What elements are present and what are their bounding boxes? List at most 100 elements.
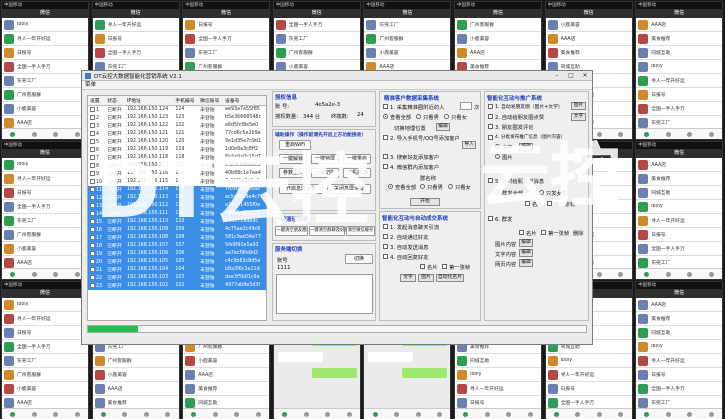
gender-all-radio[interactable]	[383, 114, 388, 119]
tab-icon[interactable]	[74, 271, 80, 277]
chat-list-item[interactable]: 日报号	[2, 186, 88, 200]
chat-list-item[interactable]: 美食推荐	[183, 382, 270, 396]
tab-icon[interactable]	[596, 411, 602, 417]
tab-icon[interactable]	[708, 411, 714, 417]
chat-list-item[interactable]: 日报号	[636, 368, 723, 382]
table-row[interactable]: 3 已断开 192.168.150.122 122 未登陆 a6d5fcf8e5e0	[88, 122, 266, 130]
row-checkbox[interactable]	[90, 258, 95, 264]
chat-list-item[interactable]: 广州客服群	[2, 228, 88, 242]
mk-item-1-checkbox[interactable]	[488, 104, 493, 109]
tab-icon[interactable]	[53, 411, 59, 417]
server-switch-button[interactable]: 切换	[345, 254, 373, 264]
chat-list-item[interactable]: 日报号	[183, 18, 270, 32]
switch-all-button[interactable]: 一键切换	[311, 168, 339, 178]
row-checkbox[interactable]	[90, 234, 95, 240]
chat-list-item[interactable]: 小鹿美容	[364, 46, 451, 60]
chat-list-item[interactable]: 小鹿美容	[455, 32, 541, 46]
table-row[interactable]: 13 已断开 192.168.150.112 112 未登陆 a14231455f0e	[88, 201, 266, 210]
collect-item-2-checkbox[interactable]	[383, 135, 388, 140]
tab-icon[interactable]	[644, 271, 650, 277]
tab-icon[interactable]	[74, 411, 80, 417]
tab-icon[interactable]	[665, 131, 671, 137]
tab-icon[interactable]	[143, 411, 149, 417]
boot-start-button[interactable]: 开机启动	[343, 168, 371, 178]
tab-icon[interactable]	[596, 271, 602, 277]
tab-icon[interactable]	[53, 271, 59, 277]
chat-list-item[interactable]: 广州客服群	[364, 32, 451, 46]
auto-item-4-checkbox[interactable]	[383, 254, 388, 259]
table-row[interactable]: 15 已断开 192.168.150.110 110 未登陆 2000716de9c	[88, 217, 266, 226]
chat-list-item[interactable]: 日报号	[92, 32, 179, 46]
table-row[interactable]: 10 已断开 192.168.150.115 115 未登陆 7c16f1e3d2c8	[88, 178, 266, 186]
row-checkbox[interactable]	[90, 178, 95, 184]
chat-list-item[interactable]: AAA店	[545, 32, 632, 46]
clear-moments-button[interactable]: 一键清空朋友圈	[275, 226, 308, 236]
tab-icon[interactable]	[437, 411, 443, 417]
chat-list-item[interactable]: 全国一手人手万	[636, 382, 723, 396]
table-row[interactable]: 18 已断开 192.168.150.107 107 未登陆 5fe9f91e5a93	[88, 241, 266, 250]
chat-list-item[interactable]: 寻人一年开好运	[2, 172, 88, 186]
screen-off-on-button[interactable]: 开启息屏设备	[279, 184, 323, 194]
tab-icon[interactable]	[100, 411, 106, 417]
tab-icon[interactable]	[484, 411, 490, 417]
table-row[interactable]: 1 已断开 192.168.150.124 124 未登陆 ae93a7a55f85	[88, 106, 266, 114]
tab-icon[interactable]	[665, 271, 671, 277]
mk-edit-button-3[interactable]: 编辑	[519, 249, 533, 257]
tab-icon[interactable]	[31, 271, 37, 277]
chat-list-item[interactable]: 寻人一年开好运	[2, 312, 88, 326]
chat-list-item[interactable]: 日报号	[2, 326, 88, 340]
table-row[interactable]: 21 已断开 192.168.150.104 104 未登陆 b8a3f6c1e22d	[88, 265, 266, 274]
tab-icon[interactable]	[325, 411, 331, 417]
tab-icon[interactable]	[644, 131, 650, 137]
group-gender-all-radio[interactable]	[388, 184, 393, 189]
chat-list-item[interactable]: iboly	[2, 158, 88, 172]
row-checkbox[interactable]	[90, 210, 95, 216]
chat-list-item[interactable]: 东莞工厂	[2, 214, 88, 228]
mk-first-frame-checkbox[interactable]	[547, 201, 552, 206]
tab-icon[interactable]	[31, 411, 37, 417]
chat-list-item[interactable]: 寻人一年开好运	[92, 18, 179, 32]
tab-icon[interactable]	[394, 411, 400, 417]
mk-frame2-checkbox[interactable]	[541, 230, 546, 235]
row-checkbox[interactable]	[90, 138, 95, 144]
chat-list-item[interactable]: AAA店	[636, 18, 723, 32]
chat-list-item[interactable]: 广州客服群	[92, 354, 179, 368]
mk-pic-button[interactable]: 图片	[571, 102, 586, 110]
chat-list-item[interactable]: 全国一手人手万	[2, 60, 88, 74]
tab-icon[interactable]	[10, 411, 16, 417]
chat-list-item[interactable]: 日报号	[545, 382, 632, 396]
tab-icon[interactable]	[212, 411, 218, 417]
column-header[interactable]: 设备号	[223, 96, 266, 106]
table-row[interactable]: 8 已断开 192.168.150.117 117 未登陆 e5b3c0d6a0e2	[88, 162, 266, 170]
row-checkbox[interactable]	[90, 242, 95, 248]
auto-pic-button[interactable]: 图片	[418, 274, 434, 282]
tab-icon[interactable]	[575, 411, 581, 417]
clear-cache-button[interactable]: 清空微信缓存	[346, 226, 375, 236]
row-checkbox[interactable]	[90, 226, 95, 232]
chat-list-item[interactable]: 日报号	[2, 46, 88, 60]
chat-list-item[interactable]: 东莞工厂	[2, 74, 88, 88]
chat-list-item[interactable]: 广州客服群	[2, 368, 88, 382]
tab-icon[interactable]	[665, 411, 671, 417]
table-row[interactable]: 14 已断开 192.168.150.111 111 未登陆 b8e91a09cf73	[88, 209, 266, 218]
tab-icon[interactable]	[234, 411, 240, 417]
mk-pic-radio[interactable]	[495, 154, 500, 159]
table-row[interactable]: 23 已断开 192.168.150.102 102 未登陆 4977ab9e5d3f	[88, 281, 266, 290]
city-edit-button[interactable]: 编辑	[436, 123, 450, 131]
chat-list-item[interactable]: iboly	[455, 368, 541, 382]
chat-list-item[interactable]: AAA店	[636, 298, 723, 312]
maximize-icon[interactable]: □	[564, 72, 578, 79]
chat-list-item[interactable]: 寻人一年开好运	[2, 32, 88, 46]
import-button[interactable]: 导入	[462, 141, 476, 149]
chat-list-item[interactable]: iboly	[2, 298, 88, 312]
chat-list-item[interactable]: 同城互助	[455, 354, 541, 368]
chat-list-item[interactable]: 美食推荐	[636, 312, 723, 326]
chat-list-item[interactable]: 广州客服群	[2, 88, 88, 102]
tab-icon[interactable]	[303, 411, 309, 417]
tab-icon[interactable]	[527, 411, 533, 417]
chat-list-item[interactable]: iboly	[636, 200, 723, 214]
clear-groups-button[interactable]: 一键清空群聊及好友	[309, 226, 349, 236]
mk-card-checkbox[interactable]	[525, 201, 530, 206]
row-checkbox[interactable]	[90, 250, 95, 256]
restart-wifi-button[interactable]: 重启WiFi	[279, 140, 311, 150]
